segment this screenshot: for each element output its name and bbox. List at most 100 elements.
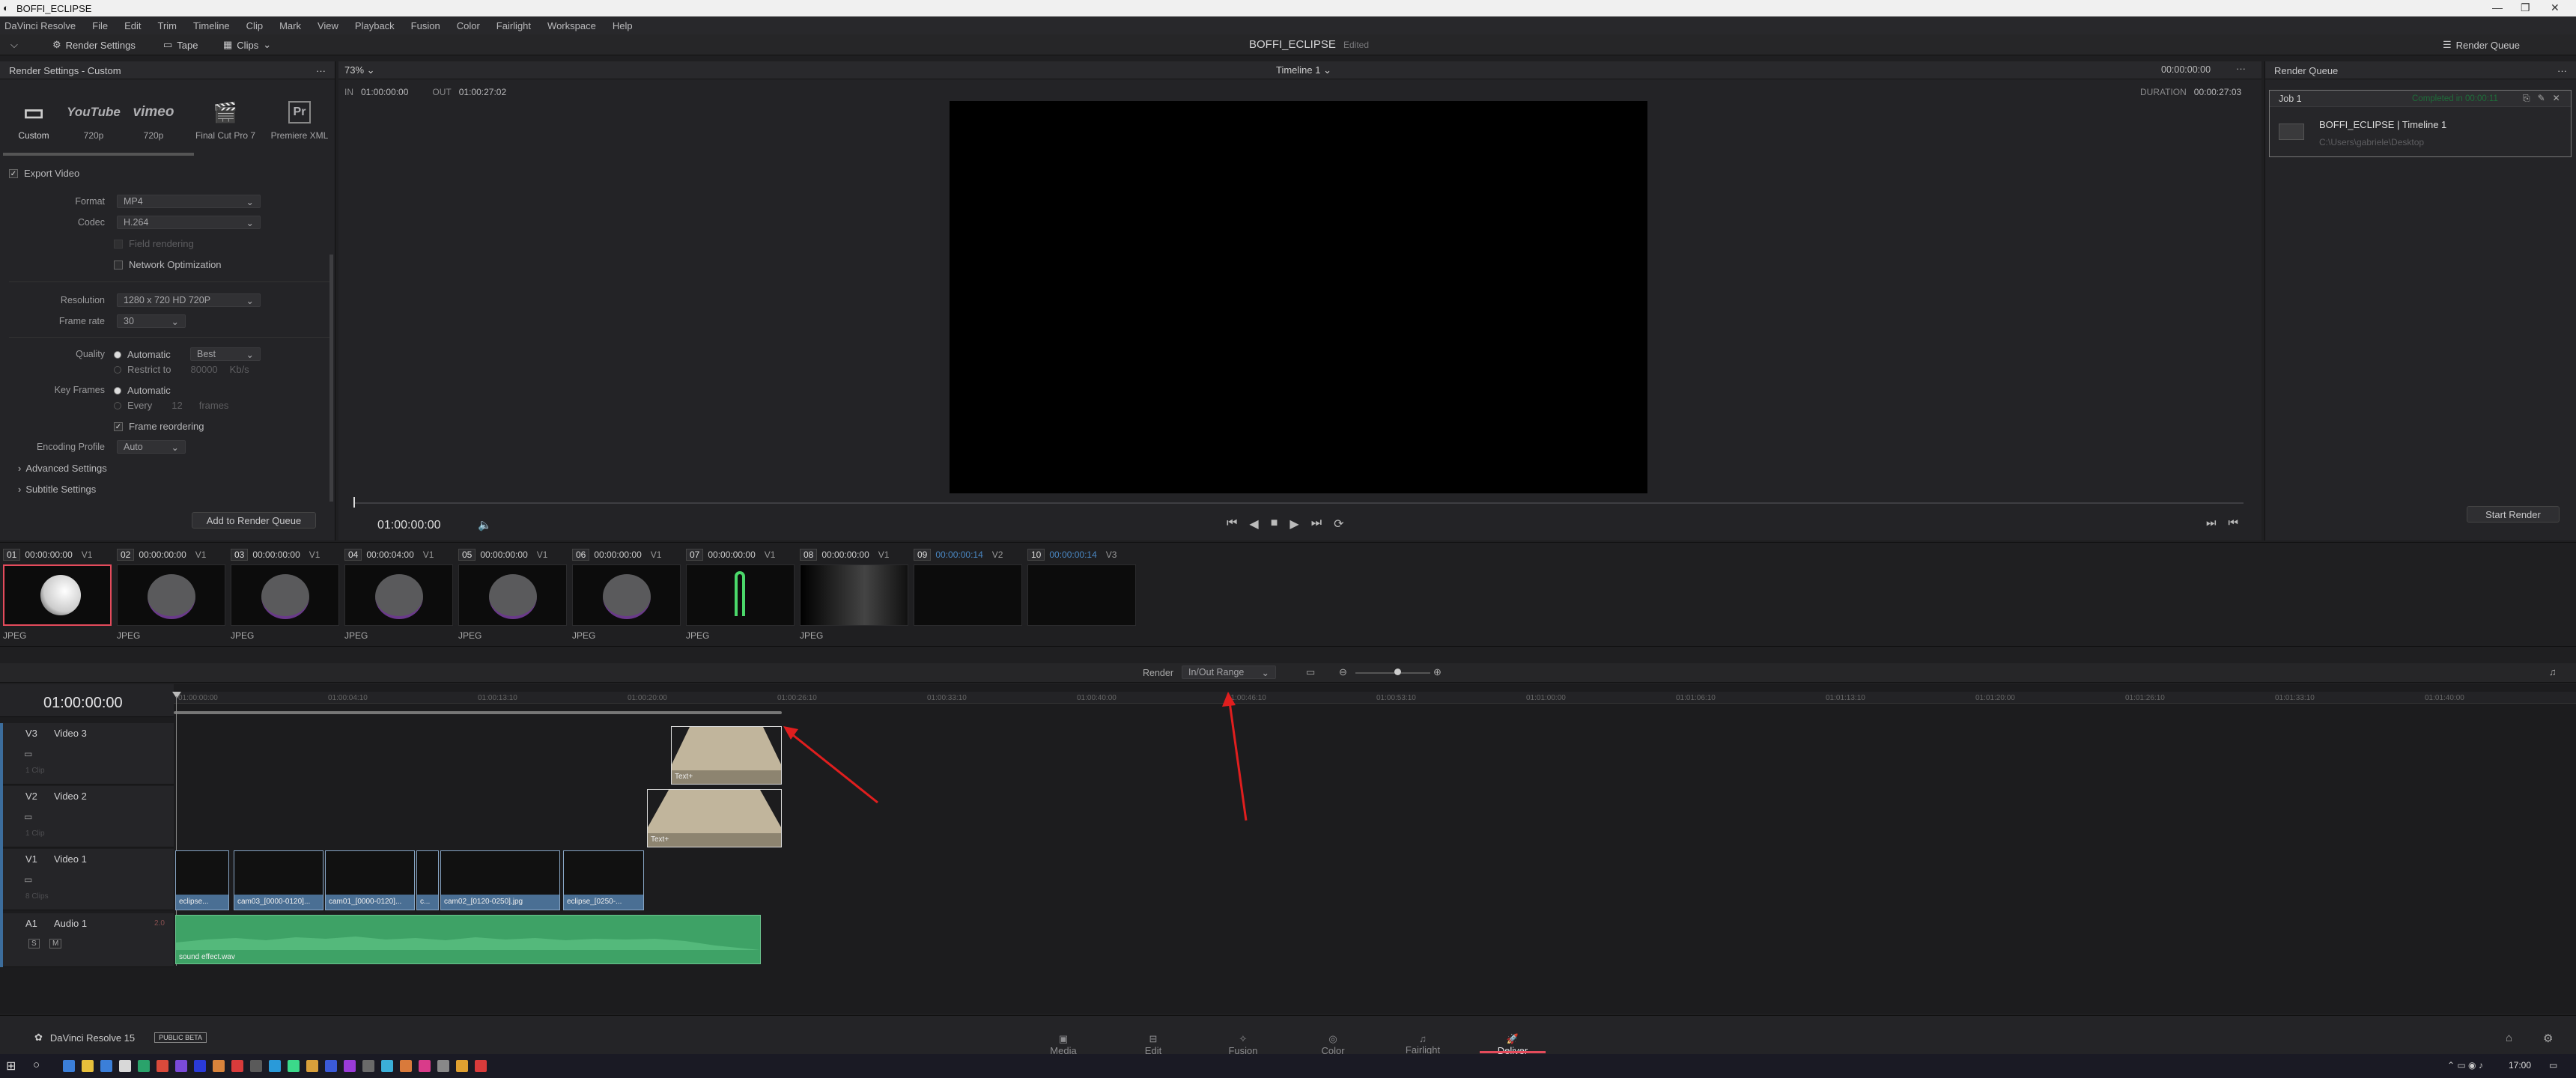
render-range-select[interactable]: In/Out Range ⌄: [1182, 666, 1276, 679]
edit-icon[interactable]: ✎: [2538, 93, 2545, 104]
taskbar-app-icon[interactable]: [213, 1060, 225, 1072]
viewer-scrubber[interactable]: [353, 502, 2244, 504]
clip-thumbnail[interactable]: [3, 564, 112, 626]
zoom-in-icon[interactable]: ⊕: [1433, 666, 1442, 678]
frame-reorder-checkbox[interactable]: ✓: [114, 421, 123, 431]
taskbar-app-icon[interactable]: [437, 1060, 449, 1072]
v1-clip[interactable]: eclipse_[0250-...: [563, 850, 644, 910]
subtitle-settings-toggle[interactable]: › Subtitle Settings: [18, 484, 96, 495]
timeline-playhead-icon[interactable]: [172, 692, 181, 698]
timeline-view-icon[interactable]: ▭: [1306, 666, 1315, 678]
prev-clip-icon[interactable]: ⏮: [2229, 517, 2239, 529]
clip-thumbnail[interactable]: [117, 564, 225, 626]
kf-every-radio[interactable]: [114, 401, 121, 409]
loop-icon[interactable]: ⟳: [1334, 517, 1343, 532]
menu-fairlight[interactable]: Fairlight: [496, 20, 531, 31]
maximize-icon[interactable]: ❐: [2521, 1, 2530, 14]
render-queue-button[interactable]: ☰ Render Queue: [2443, 38, 2520, 52]
taskbar-app-icon[interactable]: [456, 1060, 468, 1072]
taskbar-app-icon[interactable]: [269, 1060, 281, 1072]
taskbar-app-icon[interactable]: [325, 1060, 337, 1072]
clip-thumbnail[interactable]: [686, 564, 795, 626]
zoom-out-icon[interactable]: ⊖: [1339, 666, 1347, 678]
restrict-value[interactable]: 80000: [191, 364, 218, 375]
nav-color[interactable]: ◎ Color: [1295, 1033, 1370, 1056]
preset-premiere[interactable]: Pr Premiere XML: [266, 97, 333, 141]
taskbar-app-icon[interactable]: [419, 1060, 431, 1072]
format-select[interactable]: MP4 ⌄: [117, 195, 261, 208]
menu-trim[interactable]: Trim: [158, 20, 177, 31]
clip-thumbnail[interactable]: [800, 564, 908, 626]
add-to-render-queue-button[interactable]: Add to Render Queue: [192, 512, 316, 529]
menu-help[interactable]: Help: [613, 20, 633, 31]
quality-select[interactable]: Best ⌄: [190, 347, 261, 361]
v1-clip[interactable]: c...: [416, 850, 439, 910]
framerate-select[interactable]: 30 ⌄: [117, 314, 186, 328]
play-icon[interactable]: ▶: [1289, 517, 1298, 532]
start-render-button[interactable]: Start Render: [2467, 506, 2560, 523]
menu-clip[interactable]: Clip: [246, 20, 263, 31]
v1-clip[interactable]: cam01_[0000-0120]...: [325, 850, 415, 910]
timeline-select[interactable]: Timeline 1 ⌄: [1276, 64, 1331, 76]
next-clip-icon[interactable]: ⏭: [2206, 517, 2217, 529]
v1-clip[interactable]: cam03_[0000-0120]...: [234, 850, 323, 910]
kf-auto-radio[interactable]: [114, 386, 121, 395]
clip-thumbnail[interactable]: [914, 564, 1022, 626]
track-header-v2[interactable]: V2 Video 2 ▭ 1 Clip: [0, 786, 174, 847]
advanced-settings-toggle[interactable]: › Advanced Settings: [18, 463, 107, 474]
taskbar-app-icon[interactable]: [194, 1060, 206, 1072]
taskbar-app-icon[interactable]: [231, 1060, 243, 1072]
taskbar-app-icon[interactable]: [288, 1060, 300, 1072]
more-options-icon[interactable]: ···: [316, 65, 326, 76]
settings-scrollbar[interactable]: [329, 255, 333, 502]
v1-clip[interactable]: eclipse...: [175, 850, 229, 910]
close-icon[interactable]: ✕: [2551, 1, 2560, 14]
taskbar-app-icon[interactable]: [157, 1060, 168, 1072]
text-clip-v3[interactable]: Text+: [671, 726, 782, 785]
mute-button[interactable]: M: [49, 939, 62, 948]
menu-mark[interactable]: Mark: [279, 20, 301, 31]
search-icon[interactable]: ○: [33, 1059, 40, 1071]
v1-clip[interactable]: cam02_[0120-0250].jpg: [440, 850, 560, 910]
volume-icon[interactable]: 🔈: [478, 518, 492, 532]
in-out-range-bar[interactable]: [174, 711, 782, 714]
monitor-icon[interactable]: ▭: [24, 874, 32, 885]
clip-thumbnail[interactable]: [231, 564, 339, 626]
kf-value[interactable]: 12: [171, 400, 182, 411]
zoom-slider[interactable]: [1355, 672, 1430, 674]
preset-vimeo[interactable]: vimeo 720p: [120, 97, 187, 141]
render-settings-button[interactable]: ⚙ Render Settings: [52, 38, 136, 52]
track-header-v3[interactable]: V3 Video 3 ▭ 1 Clip: [0, 723, 174, 785]
taskbar-app-icon[interactable]: [250, 1060, 262, 1072]
taskbar-app-icon[interactable]: [138, 1060, 150, 1072]
audio-clip[interactable]: sound effect.wav: [175, 915, 761, 964]
menu-color[interactable]: Color: [457, 20, 480, 31]
clip-thumbnail[interactable]: [458, 564, 567, 626]
panel-toggle-icon[interactable]: ⌵: [10, 38, 18, 52]
preset-custom[interactable]: ▭ Custom: [0, 97, 67, 141]
clip-thumbnail[interactable]: [344, 564, 453, 626]
encoding-select[interactable]: Auto ⌄: [117, 440, 186, 454]
menu-edit[interactable]: Edit: [124, 20, 141, 31]
text-clip-v2[interactable]: Text+: [647, 789, 782, 847]
start-icon[interactable]: ⊞: [6, 1059, 16, 1074]
preset-final-cut[interactable]: 🎬 Final Cut Pro 7: [192, 97, 259, 141]
taskbar-app-icon[interactable]: [63, 1060, 75, 1072]
network-opt-checkbox[interactable]: [114, 260, 123, 270]
taskbar-app-icon[interactable]: [400, 1060, 412, 1072]
taskbar-app-icon[interactable]: [344, 1060, 356, 1072]
play-reverse-icon[interactable]: ◀: [1249, 517, 1258, 532]
monitor-icon[interactable]: ▭: [24, 749, 32, 759]
nav-fairlight[interactable]: ♫ Fairlight: [1385, 1033, 1460, 1056]
clip-thumbnail[interactable]: [572, 564, 681, 626]
more-options-icon[interactable]: ···: [2557, 65, 2567, 76]
menu-timeline[interactable]: Timeline: [193, 20, 230, 31]
clip-thumbnail[interactable]: [1027, 564, 1136, 626]
menu-fusion[interactable]: Fusion: [411, 20, 440, 31]
video-preview[interactable]: [950, 101, 1647, 493]
skip-start-icon[interactable]: ⏮: [1227, 517, 1237, 532]
taskbar-app-icon[interactable]: [100, 1060, 112, 1072]
nav-media[interactable]: ▣ Media: [1026, 1033, 1101, 1056]
taskbar-app-icon[interactable]: [119, 1060, 131, 1072]
nav-fusion[interactable]: ✧ Fusion: [1206, 1033, 1281, 1056]
